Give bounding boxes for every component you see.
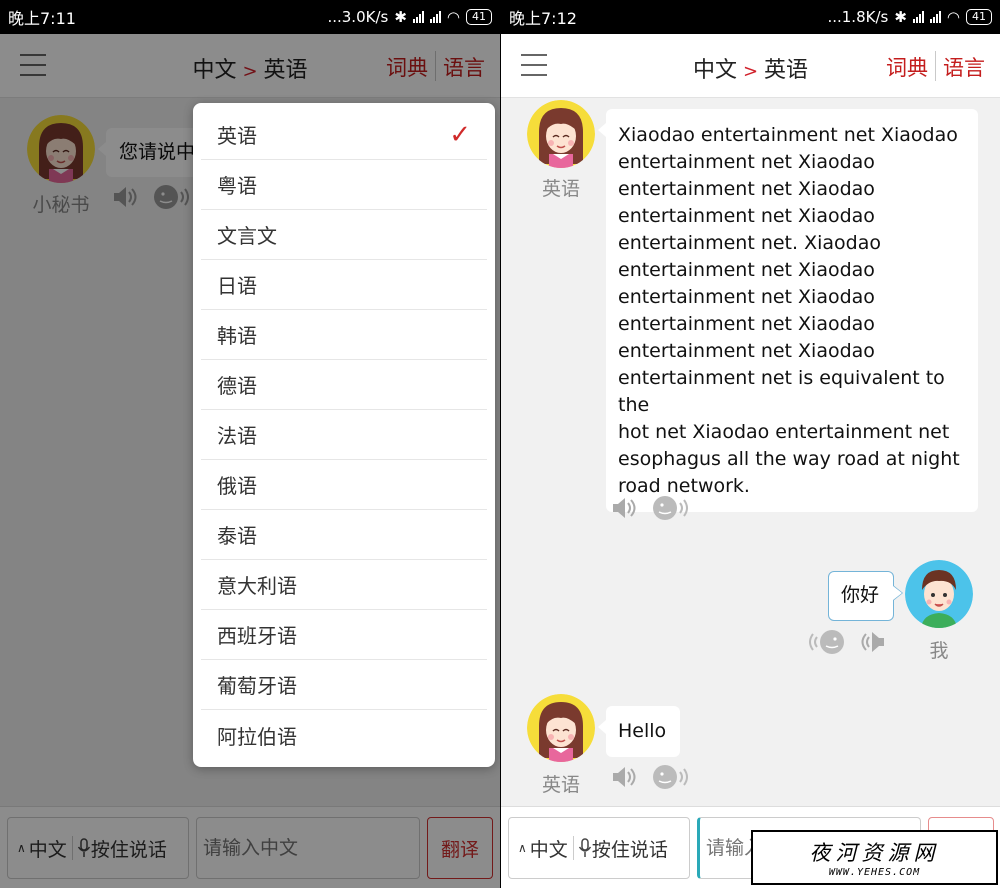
translation-line: entertainment net Xiaodao [618,151,875,173]
translation-line: entertainment net Xiaodao [618,205,875,227]
sender-label: 英语 [541,774,580,796]
language-option-spanish[interactable]: 西班牙语 [201,610,487,660]
signal-icon [429,11,441,23]
network-speed: ...1.8K/s [827,8,889,26]
sender-label: 英语 [541,178,580,200]
slow-speech-icon[interactable] [806,628,846,656]
language-option-russian[interactable]: 俄语 [201,460,487,510]
watermark: 夜河资源网 WWW.YEHES.COM [751,830,998,885]
language-option-portuguese[interactable]: 葡萄牙语 [201,660,487,710]
translation-line: entertainment net Xiaodao [618,286,875,308]
translation-line: esophagus all the way road at night [618,448,960,470]
right-screen: 晚上7:12 ...1.8K/s ✱ ◠ 41 中文 > 英语 词典 语言 英语… [501,0,1000,888]
user-message-text: 你好 [841,584,880,606]
input-language-selector[interactable]: ∧ 中文 [509,818,573,878]
language-option-italian[interactable]: 意大利语 [201,560,487,610]
chevron-up-icon: ∧ [518,841,527,855]
translation-line: entertainment net Xiaodao [618,313,875,335]
translation-text: Hello [618,720,667,742]
language-dropdown: 英语 ✓ 粤语 文言文 日语 韩语 德语 法语 俄语 泰语 意大利语 西班牙语 葡… [193,103,495,767]
dictionary-button[interactable]: 词典 [879,52,935,82]
watermark-title: 夜河资源网 [809,841,940,865]
speaker-icon[interactable] [611,495,639,521]
app-header: 中文 > 英语 词典 语言 [501,34,1000,98]
translation-line: entertainment net Xiaodao [618,178,875,200]
language-option-thai[interactable]: 泰语 [201,510,487,560]
translation-line: hot net Xiaodao entertainment net [618,421,950,443]
status-bar: 晚上7:11 ...3.0K/s ✱ ◠ 41 [0,0,500,34]
user-message-bubble: 你好 [828,571,903,621]
translation-line: entertainment net Xiaodao [618,340,875,362]
hold-to-talk-button[interactable]: 按住说话 [574,835,668,862]
checkmark-icon: ✓ [449,119,471,150]
status-time: 晚上7:12 [509,9,577,28]
language-option-classical-chinese[interactable]: 文言文 [201,210,487,260]
user-avatar [905,560,973,628]
status-time: 晚上7:11 [8,9,76,28]
target-language: 英语 [764,58,809,83]
bluetooth-icon: ✱ [394,8,407,26]
language-option-french[interactable]: 法语 [201,410,487,460]
network-speed: ...3.0K/s [327,8,389,26]
battery-icon: 41 [966,9,992,25]
translation-line: entertainment net is equivalent to the [618,367,945,416]
language-option-english[interactable]: 英语 ✓ [201,110,487,160]
microphone-icon [578,838,591,857]
translation-bubble: Hello [598,706,680,757]
signal-icon [912,11,924,23]
sender-label: 我 [929,640,949,662]
english-avatar [527,694,595,762]
arrow-icon: > [742,61,759,82]
language-option-arabic[interactable]: 阿拉伯语 [201,710,487,760]
left-screen: 晚上7:11 ...3.0K/s ✱ ◠ 41 中文 > 英语 词典 语言 小秘… [0,0,500,888]
english-avatar [527,100,595,168]
battery-icon: 41 [466,9,492,25]
language-option-german[interactable]: 德语 [201,360,487,410]
signal-icon [412,11,424,23]
watermark-url: WWW.YEHES.COM [828,867,921,878]
slow-speech-icon[interactable] [651,494,691,522]
language-option-japanese[interactable]: 日语 [201,260,487,310]
status-bar: 晚上7:12 ...1.8K/s ✱ ◠ 41 [501,0,1000,34]
speaker-icon[interactable] [858,629,886,655]
language-voice-group: ∧ 中文 按住说话 [508,817,690,879]
wifi-icon: ◠ [446,8,460,26]
input-language: 中文 [529,838,568,861]
wifi-icon: ◠ [946,8,960,26]
translation-line: Xiaodao entertainment net Xiaodao [618,124,958,146]
translation-bubble: Xiaodao entertainment net Xiaodao entert… [598,109,978,512]
signal-icon [929,11,941,23]
bluetooth-icon: ✱ [894,8,907,26]
language-option-cantonese[interactable]: 粤语 [201,160,487,210]
slow-speech-icon[interactable] [651,763,691,791]
translation-line: entertainment net. Xiaodao [618,232,881,254]
language-option-korean[interactable]: 韩语 [201,310,487,360]
hold-to-talk-label: 按住说话 [591,838,668,861]
translation-line: entertainment net Xiaodao [618,259,875,281]
speaker-icon[interactable] [611,764,639,790]
source-language: 中文 [692,58,737,83]
language-button[interactable]: 语言 [936,52,992,82]
